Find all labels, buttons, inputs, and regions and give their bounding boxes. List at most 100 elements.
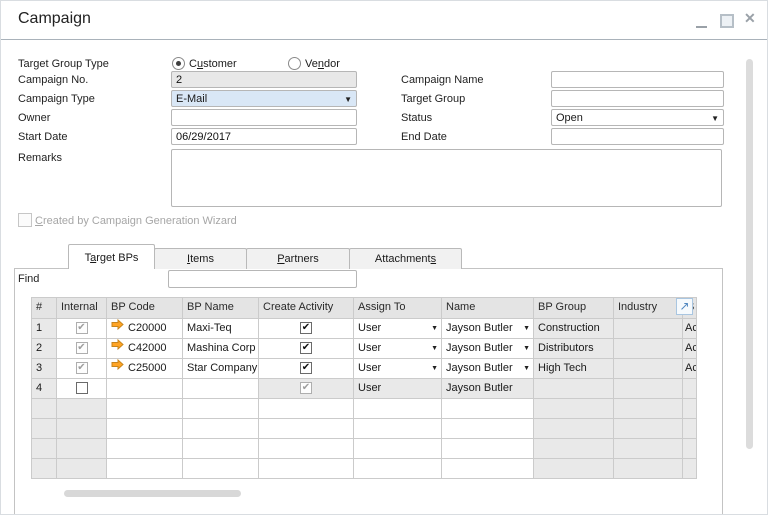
empty-cell [683, 459, 697, 479]
link-arrow-icon[interactable] [111, 319, 124, 335]
empty-cell[interactable] [354, 399, 442, 419]
empty-cell[interactable] [442, 399, 534, 419]
bp-code-cell[interactable] [107, 379, 183, 399]
empty-cell[interactable] [442, 439, 534, 459]
create-activity-checkbox[interactable] [300, 342, 312, 354]
end-date-field[interactable] [551, 128, 724, 145]
vendor-radio[interactable] [288, 57, 301, 70]
empty-cell[interactable] [354, 459, 442, 479]
assign-to-cell-value: User [358, 381, 438, 396]
create-activity-checkbox[interactable] [300, 322, 312, 334]
status-select[interactable]: Open ▼ [551, 109, 724, 126]
tab-partners[interactable]: Partners [246, 248, 350, 269]
empty-cell[interactable] [442, 419, 534, 439]
expand-grid-icon[interactable]: ↗ [676, 298, 693, 315]
start-date-field[interactable] [171, 128, 357, 145]
row-number-cell[interactable]: 2 [32, 339, 57, 359]
internal-checkbox[interactable] [76, 382, 88, 394]
empty-cell[interactable] [442, 459, 534, 479]
vertical-scrollbar-thumb[interactable] [746, 59, 753, 449]
empty-cell [534, 419, 614, 439]
empty-cell[interactable] [259, 459, 354, 479]
empty-cell [32, 459, 57, 479]
horizontal-scrollbar-thumb[interactable] [64, 490, 241, 497]
vendor-radio-label: Vendor [305, 58, 340, 70]
bp-code-cell[interactable]: C42000 [107, 339, 183, 359]
tab-attachments[interactable]: Attachments [349, 248, 462, 269]
find-label: Find [18, 273, 39, 285]
empty-cell[interactable] [354, 419, 442, 439]
link-arrow-icon[interactable] [111, 359, 124, 375]
empty-cell [32, 419, 57, 439]
column-header: # [32, 298, 57, 319]
tab-items[interactable]: Items [154, 248, 247, 269]
find-input[interactable] [168, 270, 357, 288]
bp-code-cell[interactable]: C25000 [107, 359, 183, 379]
dropdown-arrow-icon[interactable]: ▼ [431, 341, 438, 356]
bp-name-cell[interactable]: Maxi-Teq [183, 319, 259, 339]
campaign-type-select[interactable]: E-Mail ▼ [171, 90, 357, 107]
empty-cell[interactable] [259, 439, 354, 459]
link-arrow-icon[interactable] [111, 339, 124, 355]
assign-to-cell[interactable]: User▼ [354, 359, 442, 379]
bp-name-cell[interactable]: Star Company [183, 359, 259, 379]
bp-group-cell: Distributors [534, 339, 614, 359]
empty-cell[interactable] [259, 419, 354, 439]
industry-cell [614, 339, 683, 359]
create-activity-checkbox[interactable] [300, 362, 312, 374]
target-group-field[interactable] [551, 90, 724, 107]
empty-cell[interactable] [107, 399, 183, 419]
empty-cell[interactable] [107, 419, 183, 439]
dropdown-arrow-icon[interactable]: ▼ [523, 361, 530, 376]
empty-cell[interactable] [259, 399, 354, 419]
empty-table-row [32, 399, 697, 419]
assign-to-cell[interactable]: User▼ [354, 319, 442, 339]
table-row: 4UserJayson Butler [32, 379, 697, 399]
empty-cell[interactable] [107, 459, 183, 479]
row-number-cell[interactable]: 4 [32, 379, 57, 399]
column-header: BP Code [107, 298, 183, 319]
dropdown-arrow-icon[interactable]: ▼ [523, 341, 530, 356]
bp-code-cell[interactable]: C20000 [107, 319, 183, 339]
name-cell-value: Jayson Butler [446, 361, 521, 376]
dropdown-arrow-icon[interactable]: ▼ [523, 321, 530, 336]
assign-to-cell[interactable]: User▼ [354, 339, 442, 359]
window-title: Campaign [18, 10, 91, 28]
empty-cell[interactable] [183, 399, 259, 419]
wizard-checkbox [18, 213, 32, 227]
owner-field[interactable] [171, 109, 357, 126]
tab-target-bps[interactable]: Target BPs [68, 244, 155, 269]
industry-cell [614, 319, 683, 339]
empty-cell [614, 459, 683, 479]
empty-cell [534, 459, 614, 479]
empty-cell [57, 439, 107, 459]
campaign-name-label: Campaign Name [401, 74, 484, 86]
empty-cell[interactable] [183, 459, 259, 479]
assign-to-cell-value: User [358, 321, 429, 336]
customer-radio[interactable] [172, 57, 185, 70]
minimize-icon[interactable] [696, 26, 707, 28]
empty-cell[interactable] [354, 439, 442, 459]
close-icon[interactable]: ✕ [744, 10, 756, 27]
owner-label: Owner [18, 112, 50, 124]
bp-name-cell[interactable] [183, 379, 259, 399]
name-cell[interactable]: Jayson Butler▼ [442, 359, 534, 379]
status-cell: Active [683, 319, 697, 339]
maximize-icon[interactable] [720, 14, 734, 28]
name-cell[interactable]: Jayson Butler▼ [442, 319, 534, 339]
empty-cell[interactable] [107, 439, 183, 459]
name-cell[interactable]: Jayson Butler▼ [442, 339, 534, 359]
internal-cell [57, 379, 107, 399]
remarks-input[interactable] [171, 149, 722, 207]
dropdown-arrow-icon[interactable]: ▼ [431, 361, 438, 376]
campaign-name-field[interactable] [551, 71, 724, 88]
empty-table-row [32, 419, 697, 439]
row-number-cell[interactable]: 3 [32, 359, 57, 379]
bp-name-cell[interactable]: Mashina Corp [183, 339, 259, 359]
empty-cell[interactable] [183, 439, 259, 459]
empty-cell [32, 439, 57, 459]
row-number-cell[interactable]: 1 [32, 319, 57, 339]
empty-table-row [32, 439, 697, 459]
dropdown-arrow-icon[interactable]: ▼ [431, 321, 438, 336]
empty-cell[interactable] [183, 419, 259, 439]
